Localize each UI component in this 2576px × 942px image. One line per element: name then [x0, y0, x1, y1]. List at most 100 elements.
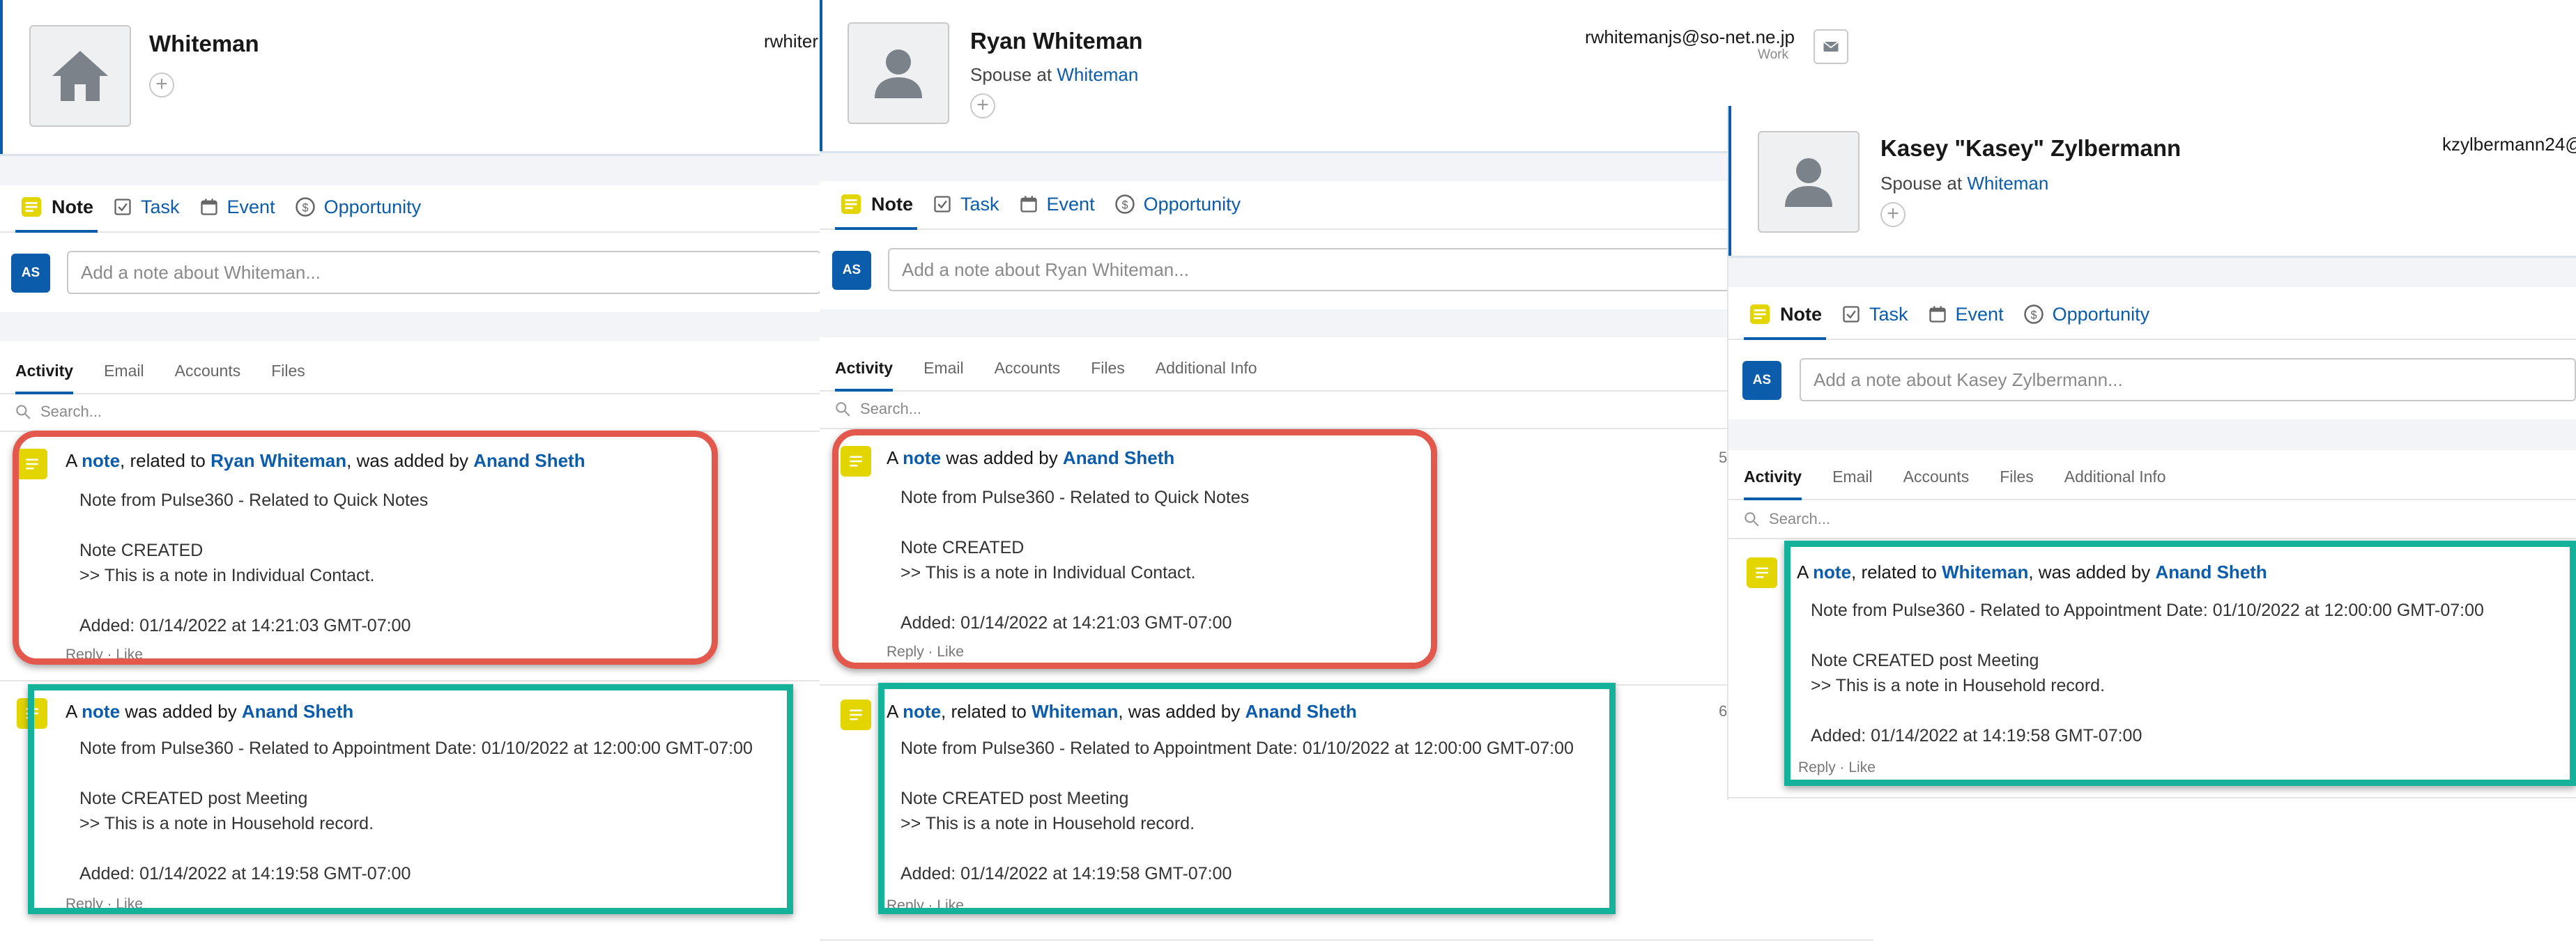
tab-note-label: Note: [871, 193, 913, 215]
tab-event[interactable]: Event: [1009, 180, 1105, 229]
user-avatar: AS: [832, 251, 871, 290]
feed-tab-accounts[interactable]: Accounts: [979, 359, 1076, 390]
item-side-label: 5: [1719, 449, 1728, 466]
calendar-icon: [1928, 304, 1947, 324]
user-avatar: AS: [1742, 361, 1781, 400]
publisher-tabs: Note Task Event $ Opportunity: [1728, 290, 2576, 340]
tab-event-label: Event: [1955, 303, 2004, 325]
tab-task[interactable]: Task: [1832, 290, 1918, 339]
feed-tab-accounts[interactable]: Accounts: [1888, 468, 1985, 499]
tab-task[interactable]: Task: [923, 180, 1009, 229]
section-gap: [820, 309, 1873, 337]
tab-task-label: Task: [1869, 303, 1908, 325]
record-email[interactable]: rwhitemanjs@so-net.ne.jp: [1585, 26, 1795, 48]
highlight-meeting-note: [1784, 541, 2576, 786]
calendar-icon: [1019, 194, 1038, 214]
section-gap: [0, 156, 821, 185]
feed-tab-files[interactable]: Files: [1984, 468, 2049, 499]
tab-event[interactable]: Event: [1918, 290, 2014, 339]
note-icon: [841, 700, 871, 730]
note-icon: [1747, 557, 1777, 588]
tab-opportunity[interactable]: $ Opportunity: [1105, 180, 1251, 229]
home-icon: [52, 51, 108, 101]
record-name: Kasey "Kasey" Zylbermann: [1880, 135, 2182, 161]
feed-tab-email[interactable]: Email: [89, 362, 160, 393]
svg-text:$: $: [2030, 309, 2037, 321]
add-button[interactable]: +: [149, 72, 174, 98]
record-avatar: [29, 25, 131, 127]
tab-note[interactable]: Note: [829, 180, 923, 230]
feed-tab-email[interactable]: Email: [1817, 468, 1888, 499]
item-side-label: 6: [1719, 702, 1728, 720]
tab-task[interactable]: Task: [103, 183, 190, 231]
feed-tab-files[interactable]: Files: [1075, 359, 1140, 390]
feed-tabs: Activity Email Accounts Files Additional…: [1728, 453, 2576, 500]
record-subtitle: Spouse at Whiteman: [1880, 173, 2048, 194]
record-name: Ryan Whiteman: [970, 28, 1143, 54]
divider: [1728, 797, 2576, 798]
record-email[interactable]: kzylbermann24@: [2442, 134, 2576, 155]
record-header: Ryan Whiteman Spouse at Whiteman + rwhit…: [820, 0, 1873, 153]
feed-tab-activity[interactable]: Activity: [1728, 468, 1817, 500]
highlight-quick-note: [832, 429, 1437, 669]
record-header: Kasey "Kasey" Zylbermann Spouse at White…: [1728, 106, 2576, 258]
highlight-meeting-note: [878, 683, 1616, 914]
tab-opportunity-label: Opportunity: [1143, 193, 1241, 215]
feed-tab-additional-info[interactable]: Additional Info: [1140, 359, 1273, 390]
feed-search-placeholder: Search...: [1769, 510, 1831, 527]
search-icon: [836, 402, 850, 417]
mail-icon: [1823, 41, 1839, 52]
tab-task-label: Task: [141, 196, 180, 217]
subtitle-text: Spouse at: [1880, 173, 1968, 194]
feed-search[interactable]: Search...: [1728, 500, 2576, 539]
tab-event-label: Event: [1046, 193, 1095, 215]
person-icon: [1785, 158, 1832, 207]
section-gap: [1728, 258, 2576, 287]
feed-search[interactable]: Search...: [0, 393, 821, 432]
feed-tabs: Activity Email Accounts Files: [0, 347, 821, 394]
note-icon: [839, 192, 863, 216]
email-type: Work: [1758, 47, 1788, 62]
publisher-tabs: Note Task Event $ Opportunity: [0, 183, 821, 233]
highlight-quick-note: [13, 431, 718, 665]
note-input[interactable]: Add a note about Whiteman...: [67, 251, 821, 294]
record-avatar: [1758, 131, 1860, 233]
feed-search-placeholder: Search...: [860, 400, 922, 417]
record-header: Whiteman + rwhiter: [0, 0, 821, 156]
divider: [820, 939, 1873, 941]
feed-tab-accounts[interactable]: Accounts: [160, 362, 256, 393]
record-email[interactable]: rwhiter: [764, 31, 818, 52]
section-gap: [0, 312, 821, 341]
add-button[interactable]: +: [970, 93, 995, 118]
feed-tab-email[interactable]: Email: [908, 359, 979, 390]
feed-tab-files[interactable]: Files: [256, 362, 321, 393]
tab-opportunity-label: Opportunity: [323, 196, 422, 217]
tab-note[interactable]: Note: [10, 183, 103, 233]
feed-tabs: Activity Email Accounts Files Additional…: [820, 344, 1873, 392]
tab-opportunity-label: Opportunity: [2052, 303, 2150, 325]
tab-note[interactable]: Note: [1738, 290, 1832, 340]
note-input[interactable]: Add a note about Kasey Zylbermann...: [1800, 358, 2576, 401]
tab-opportunity[interactable]: $ Opportunity: [285, 183, 431, 231]
tab-opportunity[interactable]: $ Opportunity: [2014, 290, 2160, 339]
note-input[interactable]: Add a note about Ryan Whiteman...: [888, 248, 1808, 291]
note-icon: [20, 195, 43, 219]
household-link[interactable]: Whiteman: [1967, 173, 2048, 194]
section-gap: [820, 153, 1873, 181]
header-accent: [0, 0, 3, 154]
tab-event[interactable]: Event: [190, 183, 285, 231]
add-button[interactable]: +: [1880, 202, 1906, 227]
feed-search[interactable]: Search...: [820, 390, 1873, 429]
checkbox-icon: [933, 194, 952, 214]
svg-text:$: $: [302, 201, 308, 214]
svg-text:$: $: [1121, 199, 1128, 211]
record-subtitle: Spouse at Whiteman: [970, 64, 1138, 86]
feed-tab-additional-info[interactable]: Additional Info: [2049, 468, 2182, 499]
household-link[interactable]: Whiteman: [1057, 64, 1138, 85]
feed-tab-activity[interactable]: Activity: [0, 362, 89, 394]
section-gap: [1728, 419, 2576, 450]
header-accent: [820, 0, 822, 151]
email-button[interactable]: [1814, 29, 1848, 64]
person-icon: [875, 49, 922, 98]
feed-tab-activity[interactable]: Activity: [820, 359, 908, 392]
